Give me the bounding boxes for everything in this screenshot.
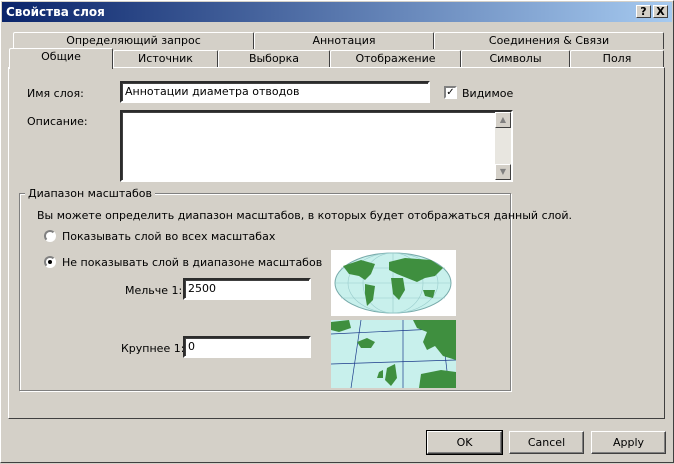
description-label: Описание: [27, 115, 88, 128]
description-textarea[interactable]: ▲ ▼ [120, 110, 513, 182]
close-button[interactable]: X [653, 5, 668, 18]
ok-button[interactable]: OK [426, 430, 503, 455]
tab-definition-query[interactable]: Определяющий запрос [13, 32, 254, 49]
cancel-button[interactable]: Cancel [509, 431, 584, 454]
min-scale-label: Мельче 1: [125, 284, 183, 297]
tab-symbology[interactable]: Символы [461, 50, 570, 67]
tab-fields[interactable]: Поля [570, 50, 664, 67]
min-scale-input[interactable]: 2500 [183, 278, 311, 300]
option-range-label: Не показывать слой в диапазоне масштабов [62, 256, 323, 269]
radio-show-all-scales[interactable] [44, 230, 56, 242]
zoomed-map-icon [331, 320, 456, 388]
layer-properties-dialog: Свойства слоя ? X Определяющий запрос Ан… [0, 0, 674, 463]
tab-joins-relates[interactable]: Соединения & Связи [434, 32, 664, 49]
world-map-icon [331, 250, 456, 316]
visible-label: Видимое [462, 87, 514, 100]
apply-button[interactable]: Apply [591, 431, 666, 454]
scale-range-title: Диапазон масштабов [25, 187, 155, 200]
scroll-down-icon[interactable]: ▼ [495, 164, 511, 180]
tab-annotation[interactable]: Аннотация [254, 32, 434, 49]
layer-name-input[interactable]: Аннотации диаметра отводов [120, 81, 430, 103]
max-scale-input[interactable]: 0 [183, 336, 311, 358]
option-all-label: Показывать слой во всех масштабах [62, 230, 276, 243]
tab-display[interactable]: Отображение [330, 50, 461, 67]
title-bar[interactable]: Свойства слоя ? X [2, 2, 672, 22]
tab-general[interactable]: Общие [9, 48, 113, 69]
scroll-up-icon[interactable]: ▲ [495, 112, 511, 128]
scale-range-info: Вы можете определить диапазон масштабов,… [37, 209, 573, 222]
description-scrollbar[interactable]: ▲ ▼ [495, 112, 511, 180]
tab-source[interactable]: Источник [113, 50, 218, 67]
tab-selection[interactable]: Выборка [218, 50, 330, 67]
help-button[interactable]: ? [636, 5, 651, 18]
max-scale-label: Крупнее 1: [121, 342, 185, 355]
window-title: Свойства слоя [6, 5, 105, 19]
visible-checkbox[interactable]: ✓ [444, 86, 457, 99]
layer-name-label: Имя слоя: [27, 87, 84, 100]
radio-hide-out-of-range[interactable] [44, 256, 56, 268]
